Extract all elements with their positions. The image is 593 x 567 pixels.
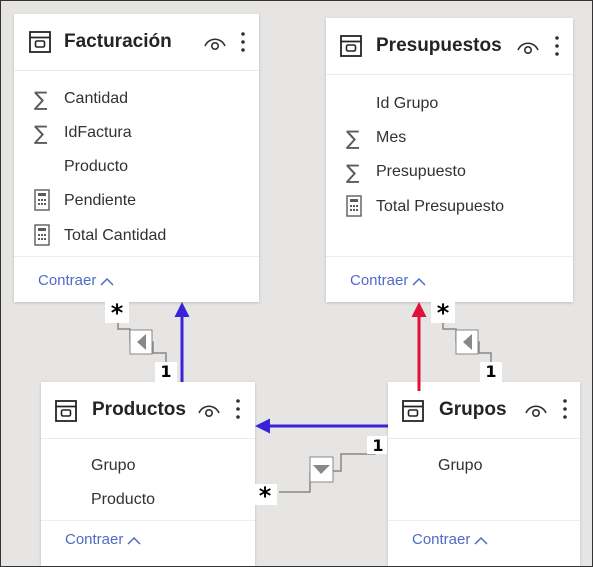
cardinality-one-label: 1 [160,362,171,381]
cardinality-many-label: * [111,299,124,327]
cardinality-many-label: * [437,299,450,327]
filter-direction-left-icon[interactable] [129,329,153,355]
cardinality-many-label: * [259,482,272,510]
filter-direction-left-icon[interactable] [455,329,479,355]
cardinality-one-label: 1 [485,362,496,381]
model-view-canvas: Facturación ∑ Cantidad ∑ IdFactura Produ… [0,0,593,567]
filter-direction-down-icon[interactable] [309,456,334,483]
cardinality-one-label: 1 [372,436,383,455]
relationship-markers: * 1 * 1 1 * [105,299,502,510]
